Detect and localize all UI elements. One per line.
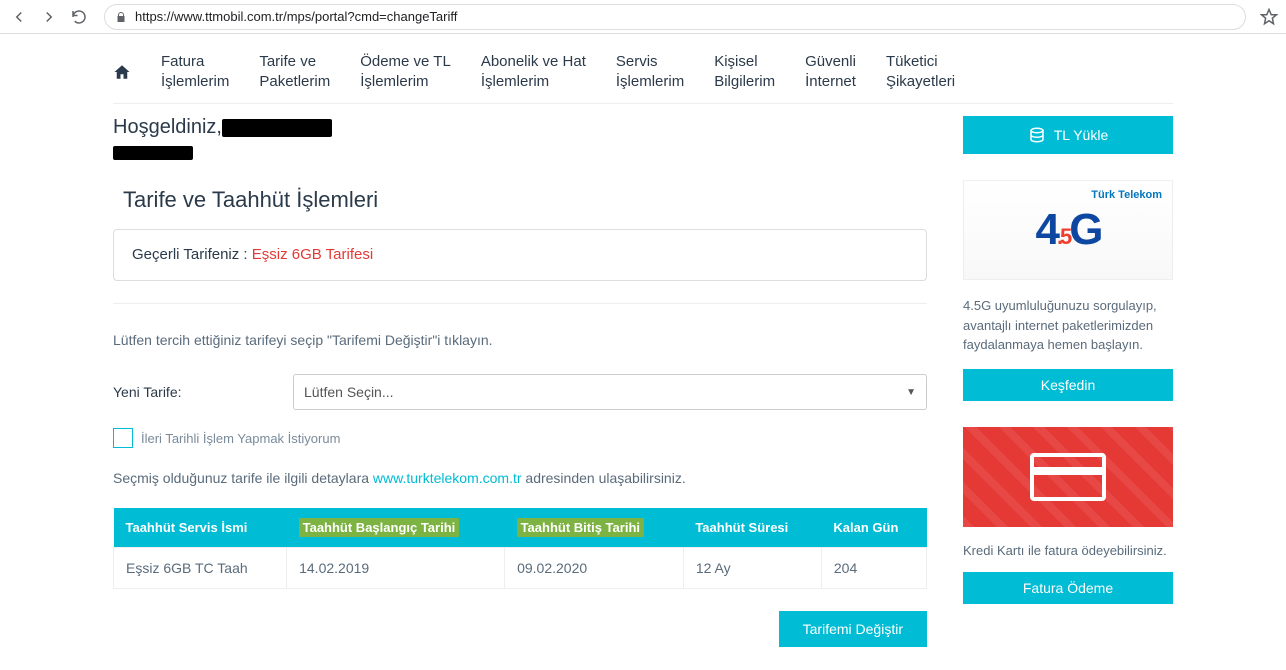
th-start: Taahhüt Başlangıç Tarihi — [287, 508, 505, 548]
redacted-sub — [113, 146, 193, 160]
current-tariff-box: Geçerli Tarifeniz : Eşsiz 6GB Tarifesi — [113, 229, 927, 281]
fatura-odeme-button[interactable]: Fatura Ödeme — [963, 572, 1173, 604]
future-date-checkbox[interactable] — [113, 428, 133, 448]
nav-tuketici[interactable]: Tüketici Şikayetleri — [886, 52, 955, 91]
details-line: Seçmiş olduğunuz tarife ile ilgili detay… — [113, 470, 927, 486]
change-tariff-button[interactable]: Tarifemi Değiştir — [779, 611, 927, 647]
promo-card-desc: Kredi Kartı ile fatura ödeyebilirsiniz. — [963, 541, 1173, 561]
instruction-text: Lütfen tercih ettiğiniz tarifeyi seçip "… — [113, 332, 927, 348]
th-service: Taahhüt Servis İsmi — [114, 508, 287, 548]
lock-icon — [115, 11, 127, 23]
nav-odeme[interactable]: Ödeme ve TL İşlemlerim — [360, 52, 451, 91]
current-tariff-label: Geçerli Tarifeniz : — [132, 246, 252, 263]
new-tariff-label: Yeni Tarife: — [113, 384, 233, 400]
th-duration: Taahhüt Süresi — [683, 508, 821, 548]
promo-45g-desc: 4.5G uyumluluğunuzu sorgulayıp, avantajl… — [963, 296, 1173, 355]
address-bar[interactable]: https://www.ttmobil.com.tr/mps/portal?cm… — [104, 4, 1246, 30]
th-remaining: Kalan Gün — [821, 508, 926, 548]
nav-abonelik[interactable]: Abonelik ve Hat İşlemlerim — [481, 52, 586, 91]
select-placeholder: Lütfen Seçin... — [304, 384, 394, 400]
promo-card-image — [963, 427, 1173, 527]
forward-button[interactable] — [38, 6, 60, 28]
back-button[interactable] — [8, 6, 30, 28]
nav-guvenli[interactable]: Güvenli İnternet — [805, 52, 856, 91]
reload-button[interactable] — [68, 6, 90, 28]
coins-icon — [1028, 126, 1046, 144]
details-link[interactable]: www.turktelekom.com.tr — [373, 470, 522, 486]
redacted-name — [222, 119, 332, 137]
nav-kisisel[interactable]: Kişisel Bilgilerim — [714, 52, 775, 91]
top-nav: Fatura İşlemlerim Tarife ve Paketlerim Ö… — [113, 44, 1173, 104]
nav-servis[interactable]: Servis İşlemlerim — [616, 52, 684, 91]
new-tariff-select[interactable]: Lütfen Seçin... ▼ — [293, 374, 927, 410]
th-end: Taahhüt Bitiş Tarihi — [505, 508, 684, 548]
page-title: Tarife ve Taahhüt İşlemleri — [123, 187, 927, 213]
table-row: Eşsiz 6GB TC Taah 14.02.2019 09.02.2020 … — [114, 548, 927, 589]
future-date-label: İleri Tarihli İşlem Yapmak İstiyorum — [141, 431, 340, 446]
kesfedin-button[interactable]: Keşfedin — [963, 369, 1173, 401]
home-icon[interactable] — [113, 63, 131, 81]
promo-45g-image: Türk Telekom 4.5G — [963, 180, 1173, 280]
bookmark-star-icon[interactable] — [1260, 8, 1278, 26]
divider — [113, 303, 927, 304]
credit-card-icon — [1030, 453, 1106, 501]
current-tariff-name: Eşsiz 6GB Tarifesi — [252, 246, 373, 263]
commitment-table: Taahhüt Servis İsmi Taahhüt Başlangıç Ta… — [113, 508, 927, 589]
nav-tarife[interactable]: Tarife ve Paketlerim — [259, 52, 330, 91]
nav-fatura[interactable]: Fatura İşlemlerim — [161, 52, 229, 91]
chevron-down-icon: ▼ — [906, 387, 916, 398]
url-text: https://www.ttmobil.com.tr/mps/portal?cm… — [135, 9, 457, 24]
tl-yukle-button[interactable]: TL Yükle — [963, 116, 1173, 154]
welcome-text: Hoşgeldiniz, — [113, 116, 927, 139]
